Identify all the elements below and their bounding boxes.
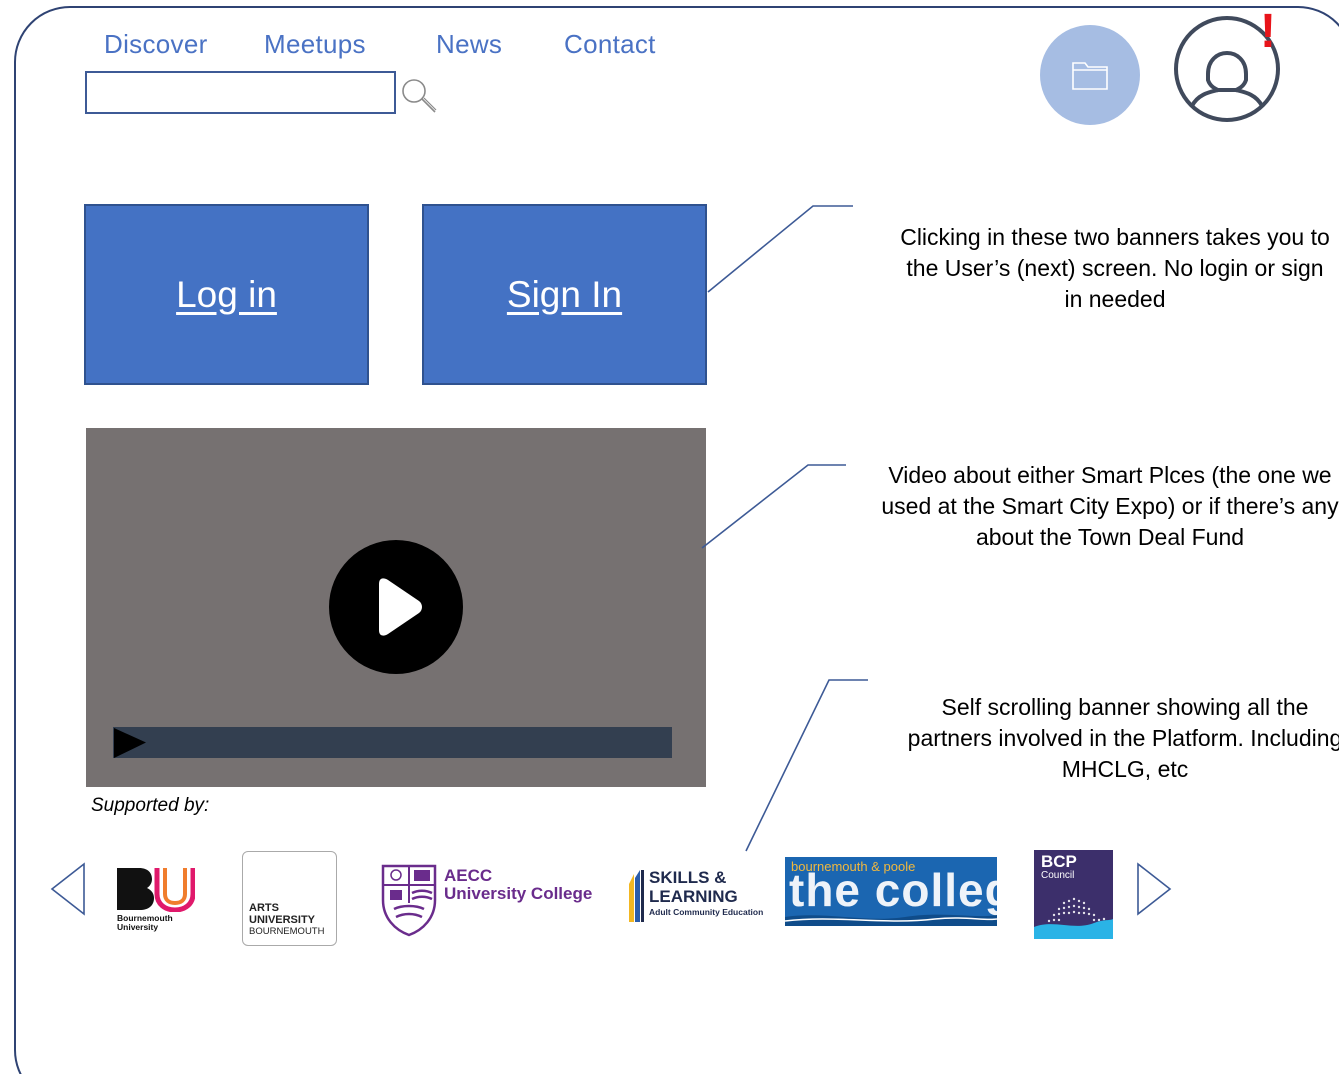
logo-bournemouth-poole-college: the college bournemouth & poole	[785, 857, 997, 926]
play-icon	[379, 578, 422, 636]
video-player[interactable]	[86, 428, 706, 787]
skills-line3: Adult Community Education	[649, 907, 764, 917]
search-button[interactable]	[400, 78, 440, 114]
login-banner[interactable]: Log in	[84, 204, 369, 385]
folder-button[interactable]	[1040, 25, 1140, 125]
progress-play-icon[interactable]	[113, 727, 149, 758]
chevron-right-icon	[1137, 862, 1172, 916]
nav-discover[interactable]: Discover	[104, 29, 208, 60]
partners-annotation: Self scrolling banner showing all the pa…	[907, 694, 1339, 782]
bcp-title: BCP	[1041, 852, 1077, 871]
chevron-left-icon	[50, 862, 85, 916]
logo-bcp-council: BCP Council	[1034, 850, 1113, 939]
skills-line2: LEARNING	[649, 887, 738, 906]
bu-logo-mark	[117, 868, 195, 912]
college-wave-icon	[785, 914, 997, 926]
aecc-line1: AECC	[444, 866, 493, 885]
banner-annotation: Clicking in these two banners takes you …	[900, 224, 1330, 312]
carousel-prev-button[interactable]	[50, 862, 86, 916]
skills-line1: SKILLS &	[649, 868, 727, 887]
arts-line3: BOURNEMOUTH	[249, 926, 325, 937]
bu-caption-line2: University	[117, 922, 159, 932]
signin-banner[interactable]: Sign In	[422, 204, 707, 385]
video-annotation: Video about either Smart Plces (the one …	[881, 462, 1339, 550]
logo-arts-university-bournemouth: ARTS UNIVERSITY BOURNEMOUTH	[242, 851, 337, 946]
video-play-button[interactable]	[329, 540, 463, 674]
arts-line1: ARTS	[249, 902, 279, 914]
logo-aecc-university-college: AECC University College	[380, 863, 615, 937]
logo-skills-learning: SKILLS & LEARNING Adult Community Educat…	[627, 868, 777, 928]
aecc-line2: University College	[444, 884, 593, 903]
bcp-sub: Council	[1041, 870, 1075, 881]
notification-alert-icon: !	[1260, 5, 1276, 58]
aecc-shield-icon	[381, 864, 437, 937]
carousel-next-button[interactable]	[1136, 862, 1172, 916]
nav-contact[interactable]: Contact	[564, 29, 656, 60]
supported-by-heading: Supported by:	[91, 795, 210, 816]
arts-line2: UNIVERSITY	[249, 914, 316, 926]
logo-bournemouth-university: Bournemouth University	[115, 866, 195, 938]
video-progress-bar[interactable]	[113, 727, 672, 758]
college-top-text: bournemouth & poole	[791, 859, 916, 874]
magnifier-icon	[402, 79, 437, 113]
search-input[interactable]	[85, 71, 396, 114]
login-link[interactable]: Log in	[176, 274, 277, 316]
folder-icon	[1072, 62, 1108, 90]
bcp-dots-wave-icon	[1034, 897, 1113, 939]
nav-news[interactable]: News	[436, 29, 502, 60]
nav-meetups[interactable]: Meetups	[264, 29, 366, 60]
skills-stripes-icon	[629, 870, 644, 922]
signin-link[interactable]: Sign In	[507, 274, 622, 316]
